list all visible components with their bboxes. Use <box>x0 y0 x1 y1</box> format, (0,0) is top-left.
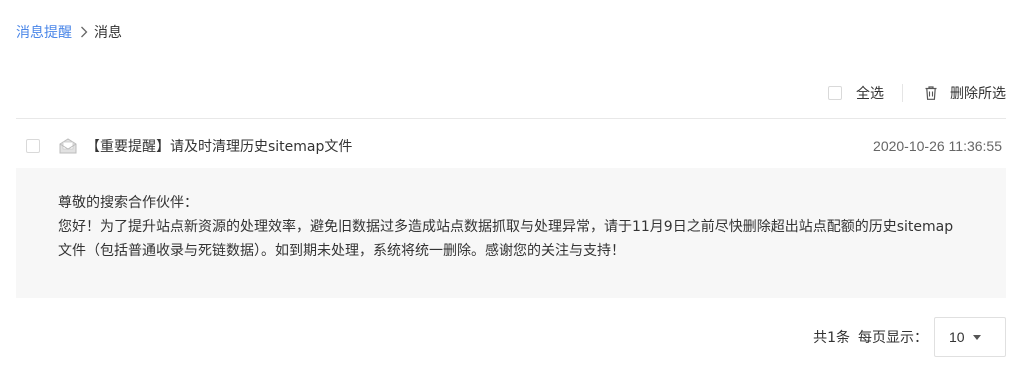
delete-selected-button[interactable]: 删除所选 <box>923 83 1006 103</box>
mail-icon <box>59 138 77 154</box>
page-size-label: 每页显示： <box>858 330 928 346</box>
trash-icon <box>923 85 939 101</box>
page-size-select[interactable]: 10 <box>934 317 1006 357</box>
toolbar-divider <box>902 84 903 102</box>
message-row[interactable]: 【重要提醒】请及时清理历史sitemap文件 2020-10-26 11:36:… <box>16 124 1006 168</box>
message-toolbar: 全选 删除所选 <box>828 82 1006 104</box>
message-content-line-1: 您好！为了提升站点新资源的处理效率，避免旧数据过多造成站点数据抓取与处理异常，请… <box>58 219 954 235</box>
breadcrumb-current: 消息 <box>94 25 122 41</box>
breadcrumb-parent-link[interactable]: 消息提醒 <box>16 22 72 42</box>
select-all-control[interactable]: 全选 <box>828 83 884 103</box>
message-checkbox[interactable] <box>26 139 40 153</box>
chevron-right-icon <box>78 25 90 39</box>
page-size-value: 10 <box>949 329 965 345</box>
delete-selected-label: 删除所选 <box>950 86 1006 102</box>
message-greeting: 尊敬的搜索合作伙伴： <box>58 195 198 211</box>
list-divider <box>16 118 1006 119</box>
message-timestamp: 2020-10-26 11:36:55 <box>873 138 1002 154</box>
message-body: 尊敬的搜索合作伙伴： 您好！为了提升站点新资源的处理效率，避免旧数据过多造成站点… <box>16 168 1006 298</box>
pagination-total: 共1条 <box>813 330 850 346</box>
message-content-line-2: 文件（包括普通收录与死链数据）。如到期未处理，系统将统一删除。感谢您的关注与支持… <box>58 243 625 259</box>
pagination: 共1条 每页显示： 10 <box>813 317 1006 357</box>
select-all-checkbox[interactable] <box>828 86 842 100</box>
message-title[interactable]: 【重要提醒】请及时清理历史sitemap文件 <box>86 136 352 156</box>
breadcrumb: 消息提醒 消息 <box>16 22 122 42</box>
select-all-label: 全选 <box>856 86 884 102</box>
caret-down-icon <box>972 334 981 340</box>
